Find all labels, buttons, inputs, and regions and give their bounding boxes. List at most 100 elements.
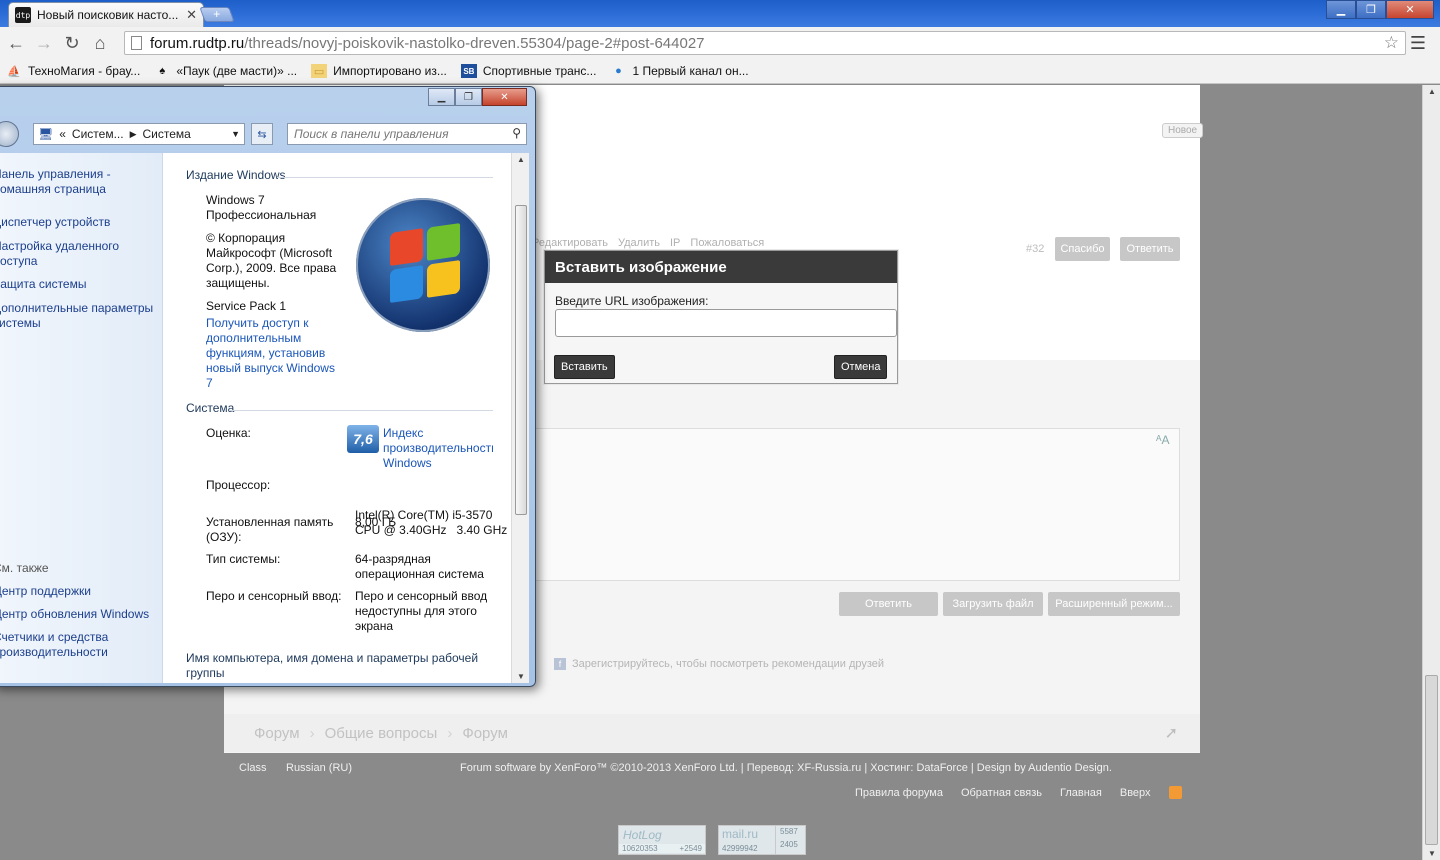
home-link[interactable]: Главная <box>1060 787 1102 799</box>
search-placeholder: Поиск в панели управления <box>294 127 449 141</box>
sidebar-link-advanced[interactable]: системы <box>0 316 41 331</box>
url-host: forum.rudtp.ru <box>150 34 245 52</box>
sidebar-link-remote[interactable]: доступа <box>0 254 37 269</box>
bookmark-item[interactable]: ♠ «Паук (две масти)» ... <box>154 64 297 78</box>
feedback-link[interactable]: Обратная связь <box>961 787 1042 799</box>
reload-icon[interactable]: ↻ <box>58 33 86 54</box>
win7-back-button[interactable] <box>0 121 19 147</box>
rss-icon[interactable] <box>1168 786 1182 799</box>
image-url-input[interactable] <box>555 309 897 337</box>
page-scrollbar[interactable]: ▲ ▼ <box>1422 85 1440 860</box>
breadcrumb-item[interactable]: Форум <box>462 725 508 742</box>
bookmark-star-icon[interactable]: ☆ <box>1384 33 1399 53</box>
scroll-down-icon[interactable]: ▼ <box>1423 849 1440 858</box>
hotlog-delta: +2549 <box>679 844 702 853</box>
sidebar-link-advanced[interactable]: Дополнительные параметры <box>0 301 153 316</box>
win7-refresh-icon[interactable]: ⇆ <box>251 123 273 145</box>
language-chooser[interactable]: Russian (RU) <box>286 762 352 774</box>
browser-tab[interactable]: dtp Новый поисковик насто... ✕ <box>8 2 204 27</box>
jump-arrow-icon[interactable]: ➚ <box>1165 723 1178 743</box>
address-crumb[interactable]: Система <box>143 127 191 141</box>
hotlog-counter[interactable]: HotLog 10620353 +2549 <box>618 825 706 855</box>
forward-arrow-icon[interactable]: → <box>30 33 58 54</box>
win7-address-bar[interactable]: 🖥 « Систем... ▶ Система ▼ <box>33 123 245 145</box>
reply-post-button[interactable]: Ответить <box>1120 237 1180 261</box>
font-size-icon[interactable]: ᴬA <box>1156 433 1169 447</box>
win7-close-button[interactable]: ✕ <box>482 88 527 106</box>
bookmark-item[interactable]: ● 1 Первый канал он... <box>610 64 748 78</box>
thanks-button[interactable]: Спасибо <box>1055 237 1110 261</box>
facebook-register-link[interactable]: Зарегистрируйтесь, чтобы посмотреть реко… <box>572 658 884 670</box>
menu-icon[interactable]: ☰ <box>1410 33 1426 54</box>
bookmark-item[interactable]: SB Спортивные транс... <box>460 64 596 78</box>
close-window-button[interactable]: ✕ <box>1386 0 1434 19</box>
bookmarks-bar: ⛵ ТехноМагия - брау... ♠ «Паук (две масти)… <box>0 59 1440 84</box>
sidebar-link-performance[interactable]: Счетчики и средства <box>0 630 108 645</box>
minimize-button[interactable]: ▁ <box>1326 0 1356 19</box>
breadcrumb-item[interactable]: Общие вопросы <box>325 725 438 742</box>
sidebar-link-action-center[interactable]: Центр поддержки <box>0 584 91 599</box>
home-icon[interactable]: ⌂ <box>86 33 114 54</box>
address-bar[interactable]: forum.rudtp.ru/threads/novyj-poiskovik-n… <box>124 31 1406 55</box>
system-type-value: 64-разрядная операционная система <box>355 552 484 581</box>
scroll-up-icon[interactable]: ▲ <box>512 155 529 164</box>
post-number[interactable]: #32 <box>1026 243 1044 255</box>
edition-heading: Издание Windows <box>186 168 286 182</box>
footer-links: Правила форума Обратная связь Главная Вв… <box>855 786 1182 799</box>
cancel-button[interactable]: Отмена <box>834 355 888 379</box>
scroll-down-icon[interactable]: ▼ <box>512 672 529 681</box>
ip-link[interactable]: IP <box>670 237 680 249</box>
insert-image-dialog: Вставить изображение Введите URL изображ… <box>544 250 898 384</box>
bookmark-item[interactable]: ▭ Импортировано из... <box>311 64 447 78</box>
scroll-thumb[interactable] <box>515 205 527 515</box>
reply-editor[interactable] <box>534 428 1180 581</box>
top-link[interactable]: Вверх <box>1120 787 1151 799</box>
browser-titlebar: dtp Новый поисковик насто... ✕ + ▁ ❐ ✕ <box>0 0 1440 27</box>
sidebar-link-control-panel-home[interactable]: домашняя страница <box>0 182 106 197</box>
address-crumb[interactable]: Систем... <box>72 127 124 141</box>
scroll-thumb[interactable] <box>1425 675 1438 845</box>
performance-index-link[interactable]: Индекс производительности Windows <box>383 426 493 471</box>
win7-search-input[interactable]: Поиск в панели управления ⚲ <box>287 123 527 145</box>
mailru-stat: 2405 <box>780 840 798 849</box>
win7-minimize-button[interactable]: ▁ <box>428 88 455 106</box>
site-favicon-icon: dtp <box>15 7 31 23</box>
upload-file-button[interactable]: Загрузить файл <box>943 592 1043 616</box>
rating-badge[interactable]: 7,6 <box>347 425 379 453</box>
reply-button[interactable]: Ответить <box>839 592 938 616</box>
win7-window-controls: ▁ ❐ ✕ <box>428 88 527 106</box>
win7-maximize-button[interactable]: ❐ <box>455 88 482 106</box>
window-controls: ▁ ❐ ✕ <box>1326 0 1434 19</box>
sidebar-link-performance[interactable]: производительности <box>0 645 108 660</box>
sidebar-link-control-panel-home[interactable]: Панель управления - <box>0 167 111 182</box>
breadcrumb-item[interactable]: Форум <box>254 725 300 742</box>
maximize-button[interactable]: ❐ <box>1356 0 1386 19</box>
edit-link[interactable]: Редактировать <box>532 237 608 249</box>
url-label: Введите URL изображения: <box>555 294 709 308</box>
new-tab-button[interactable]: + <box>199 7 235 22</box>
rules-link[interactable]: Правила форума <box>855 787 943 799</box>
bookmark-item[interactable]: ⛵ ТехноМагия - брау... <box>6 64 140 78</box>
win7-scrollbar[interactable]: ▲ ▼ <box>511 153 529 683</box>
url-path: /threads/novyj-poiskovik-nastolko-dreven… <box>244 34 705 52</box>
tab-close-icon[interactable]: ✕ <box>186 7 197 23</box>
style-chooser[interactable]: Class <box>239 762 267 774</box>
mailru-counter[interactable]: mail.ru 42999942 5587 2405 <box>718 825 806 855</box>
back-arrow-icon[interactable]: ← <box>2 33 30 54</box>
upgrade-link[interactable]: Получить доступ к дополнительным функциям,… <box>206 316 335 391</box>
divider <box>229 410 493 411</box>
sidebar-link-device-manager[interactable]: Диспетчер устройств <box>0 215 110 230</box>
browser-toolbar: ← → ↻ ⌂ forum.rudtp.ru/threads/novyj-poi… <box>0 27 1440 59</box>
advanced-mode-button[interactable]: Расширенный режим... <box>1048 592 1180 616</box>
edition-name: Windows 7 Профессиональная <box>206 193 317 222</box>
insert-button[interactable]: Вставить <box>554 355 615 379</box>
service-pack: Service Pack 1 <box>206 299 287 313</box>
delete-link[interactable]: Удалить <box>618 237 660 249</box>
scroll-up-icon[interactable]: ▲ <box>1423 87 1440 96</box>
bookmark-label: «Паук (две масти)» ... <box>176 64 298 78</box>
sidebar-link-protection[interactable]: Защита системы <box>0 277 86 292</box>
dropdown-icon[interactable]: ▼ <box>231 129 240 139</box>
sidebar-link-remote[interactable]: Настройка удаленного <box>0 239 119 254</box>
report-link[interactable]: Пожаловаться <box>690 237 764 249</box>
sidebar-link-windows-update[interactable]: Центр обновления Windows <box>0 607 149 622</box>
